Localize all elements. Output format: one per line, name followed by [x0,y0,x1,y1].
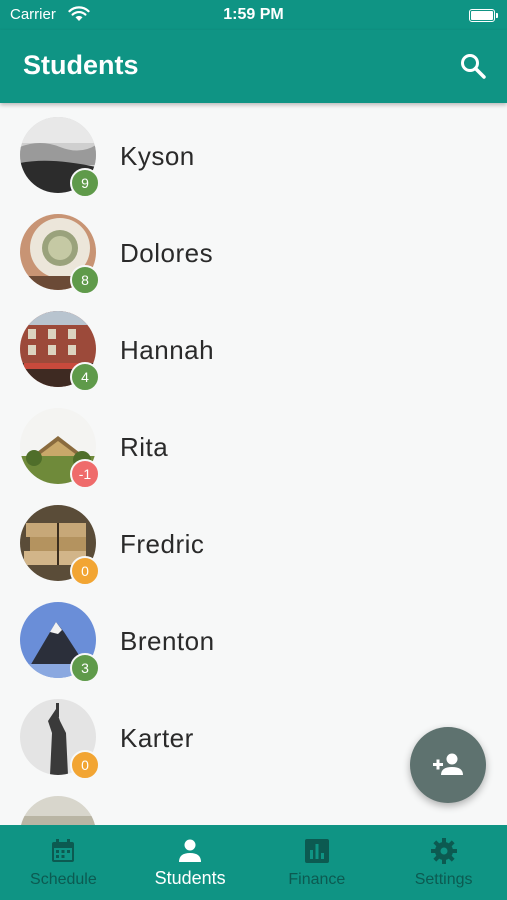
student-row[interactable]: 4 Hannah [0,297,507,394]
bar-chart-icon [304,839,329,863]
student-name: Kyson [120,141,195,171]
status-bar: Carrier 1:59 PM [0,0,507,30]
search-icon[interactable] [455,48,491,84]
score-badge: 0 [70,750,100,780]
student-name: Hannah [120,335,215,365]
student-name: Rita [120,432,169,462]
page-title: Students [23,50,139,80]
score-badge: 4 [70,362,100,392]
nav-item-students[interactable]: Students [127,825,254,900]
student-name: Brenton [120,626,215,656]
student-list[interactable]: 9 Kyson 8 Dolores 4 Hannah -1 Rita 0 Fre… [0,103,507,825]
gear-icon [430,838,457,864]
student-name: Fredric [120,529,205,559]
score-badge: 0 [70,556,100,586]
status-time: 1:59 PM [223,6,284,23]
calendar-icon [52,839,75,862]
battery-icon [469,9,498,22]
nav-label: Students [154,868,226,888]
score-badge: -1 [70,459,100,489]
student-row[interactable]: 8 Dolores [0,200,507,297]
nav-item-settings[interactable]: Settings [380,825,507,900]
score-badge: 8 [70,265,100,295]
nav-item-schedule[interactable]: Schedule [0,825,127,900]
student-row[interactable]: -1 Rita [0,394,507,491]
score-badge: 9 [70,168,100,198]
add-person-icon [433,753,463,775]
add-student-button[interactable] [410,727,486,803]
person-icon [179,839,202,862]
student-row[interactable]: 9 Kyson [0,103,507,200]
app-bar: Students [0,30,507,103]
student-name: Karter [120,723,194,753]
student-row[interactable]: 3 Brenton [0,588,507,685]
student-name: Dolores [120,238,214,268]
nav-label: Schedule [30,871,97,888]
nav-label: Settings [414,871,473,888]
nav-label: Finance [288,871,346,888]
score-badge: 3 [70,653,100,683]
avatar [20,796,96,825]
nav-item-finance[interactable]: Finance [254,825,381,900]
student-row[interactable]: 0 Fredric [0,491,507,588]
bottom-nav: Schedule Students Finance Settings [0,825,507,900]
